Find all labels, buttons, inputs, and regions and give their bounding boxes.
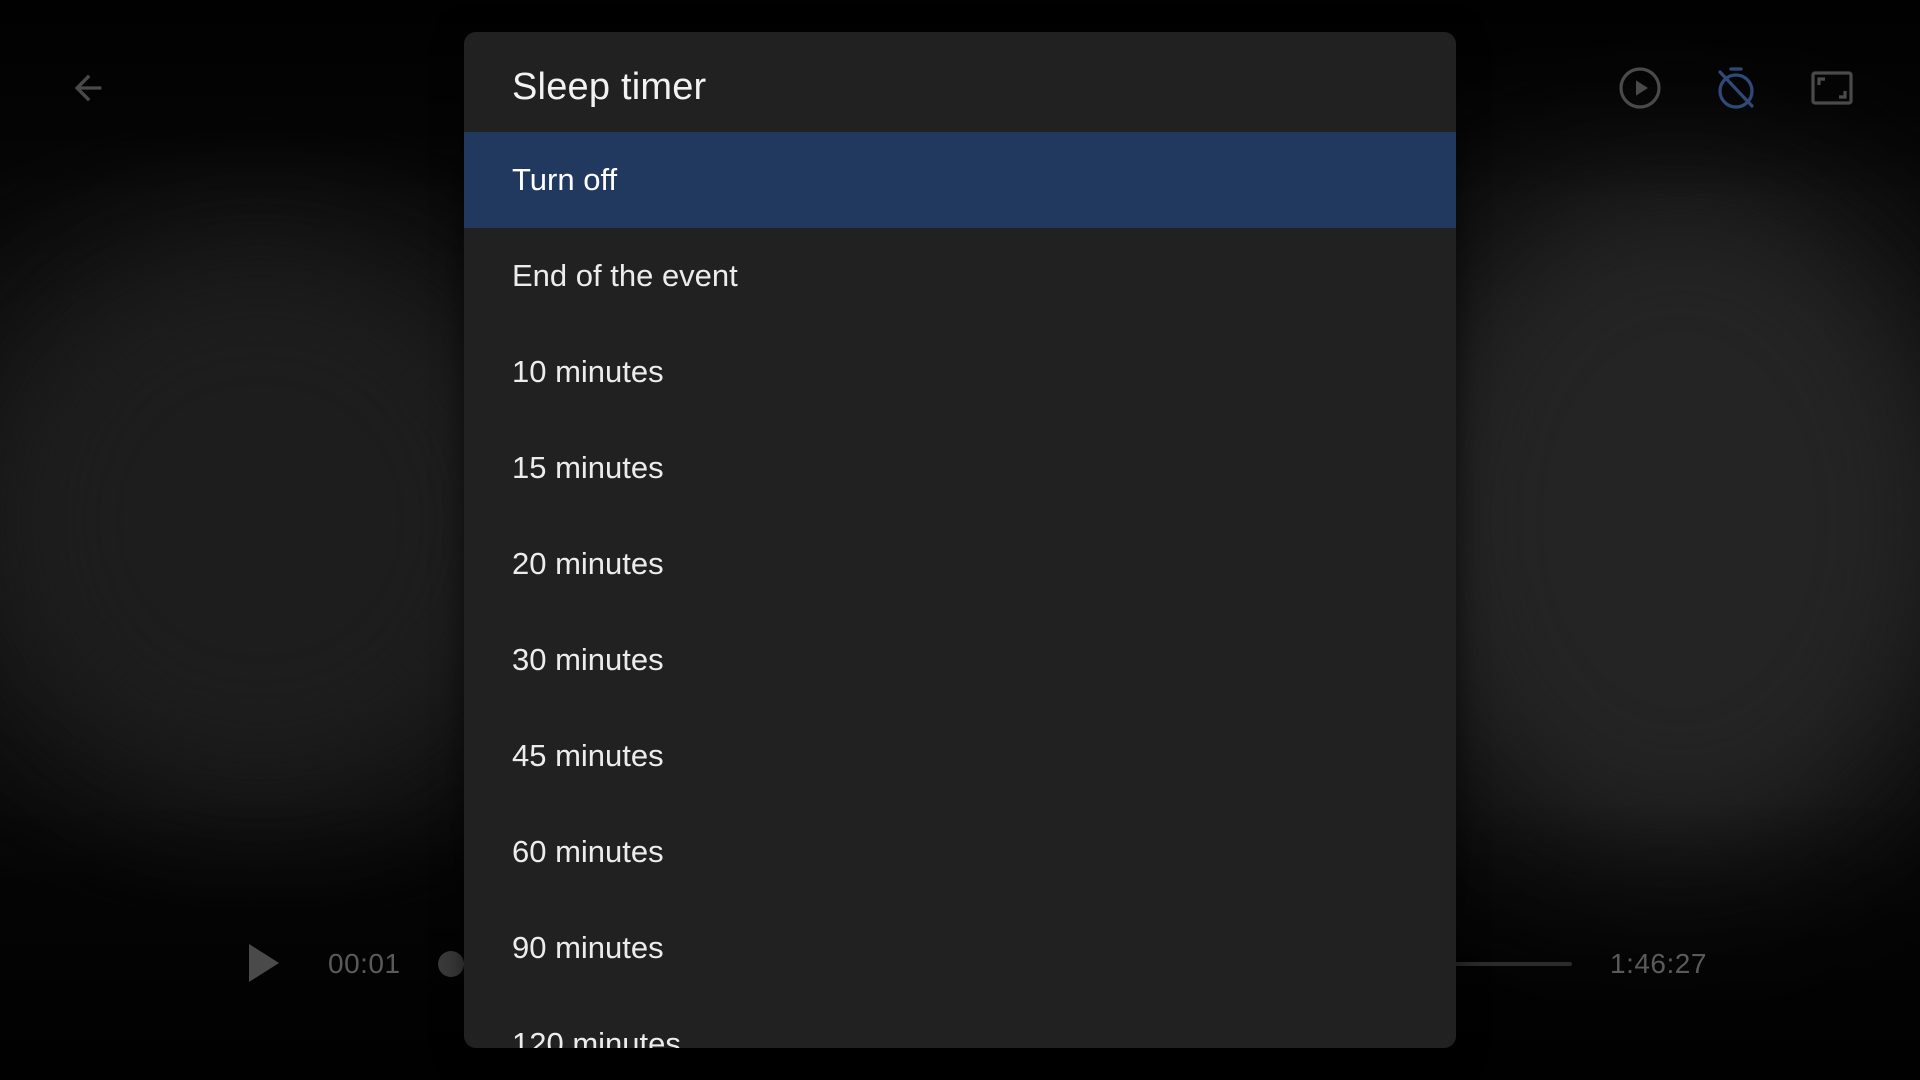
option-label: 45 minutes bbox=[512, 738, 664, 773]
back-button[interactable] bbox=[60, 64, 116, 112]
play-circle-icon bbox=[1616, 64, 1664, 112]
sleep-timer-options: Turn off End of the event 10 minutes 15 … bbox=[464, 132, 1456, 1048]
dialog-title: Sleep timer bbox=[512, 66, 707, 108]
option-label: Turn off bbox=[512, 162, 618, 197]
aspect-ratio-button[interactable] bbox=[1804, 60, 1860, 116]
option-turn-off[interactable]: Turn off bbox=[464, 132, 1456, 228]
video-player-screen: 00:01 1:46:27 Sleep timer Turn off End o… bbox=[0, 0, 1920, 1080]
option-60-minutes[interactable]: 60 minutes bbox=[464, 804, 1456, 900]
option-120-minutes[interactable]: 120 minutes bbox=[464, 996, 1456, 1048]
option-90-minutes[interactable]: 90 minutes bbox=[464, 900, 1456, 996]
option-10-minutes[interactable]: 10 minutes bbox=[464, 324, 1456, 420]
sleep-timer-button[interactable] bbox=[1708, 60, 1764, 116]
timer-off-icon bbox=[1712, 64, 1760, 112]
play-button[interactable] bbox=[238, 938, 288, 988]
total-duration: 1:46:27 bbox=[1610, 948, 1707, 979]
option-label: 10 minutes bbox=[512, 354, 664, 389]
option-label: 90 minutes bbox=[512, 930, 664, 965]
option-end-of-event[interactable]: End of the event bbox=[464, 228, 1456, 324]
option-15-minutes[interactable]: 15 minutes bbox=[464, 420, 1456, 516]
autoplay-button[interactable] bbox=[1612, 60, 1668, 116]
arrow-back-icon bbox=[68, 68, 108, 108]
option-20-minutes[interactable]: 20 minutes bbox=[464, 516, 1456, 612]
option-label: 15 minutes bbox=[512, 450, 664, 485]
option-label: End of the event bbox=[512, 258, 738, 293]
current-time: 00:01 bbox=[328, 948, 401, 979]
option-label: 60 minutes bbox=[512, 834, 664, 869]
option-label: 30 minutes bbox=[512, 642, 664, 677]
option-label: 20 minutes bbox=[512, 546, 664, 581]
play-icon bbox=[243, 941, 283, 985]
option-label: 120 minutes bbox=[512, 1026, 681, 1048]
option-45-minutes[interactable]: 45 minutes bbox=[464, 708, 1456, 804]
sleep-timer-dialog: Sleep timer Turn off End of the event 10… bbox=[464, 32, 1456, 1048]
seek-handle[interactable] bbox=[438, 951, 464, 977]
aspect-ratio-icon bbox=[1808, 64, 1856, 112]
option-30-minutes[interactable]: 30 minutes bbox=[464, 612, 1456, 708]
